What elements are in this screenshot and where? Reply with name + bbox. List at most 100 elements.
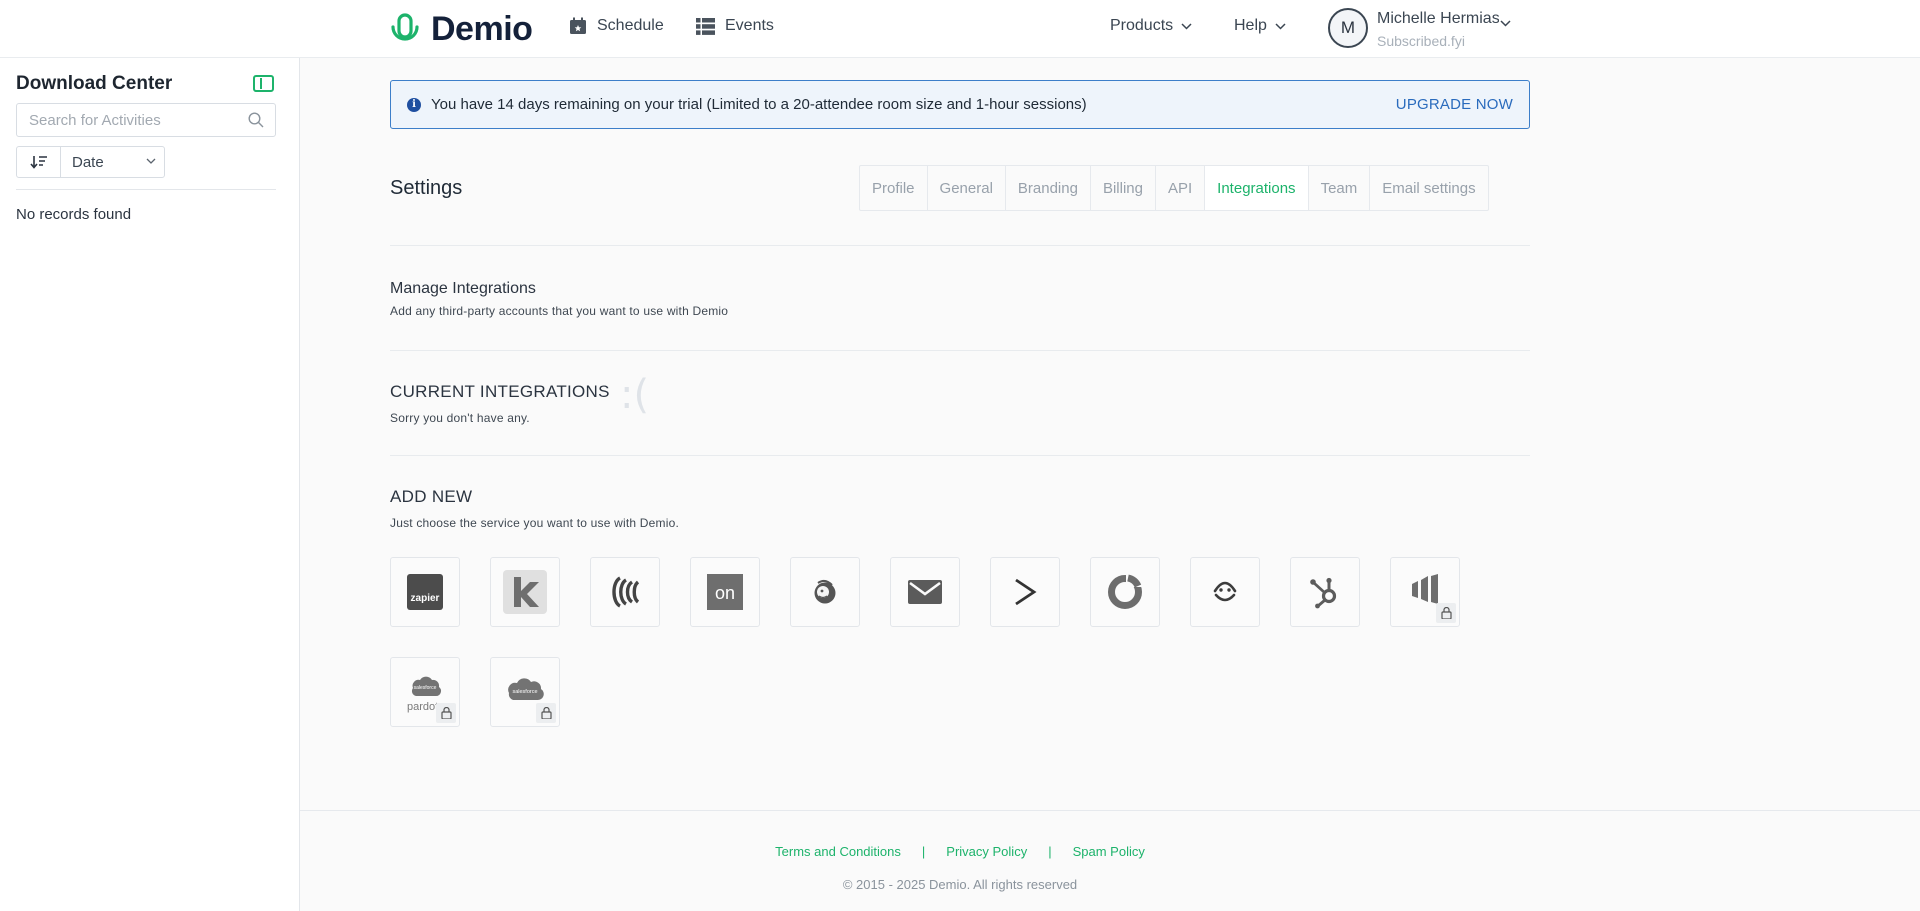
tab-branding[interactable]: Branding (1006, 166, 1091, 210)
nav-events[interactable]: Events (696, 17, 774, 35)
marketo-logo-icon (1412, 574, 1438, 604)
svg-text:on: on (715, 583, 735, 603)
terms-link[interactable]: Terms and Conditions (775, 844, 901, 859)
add-new-subtitle: Just choose the service you want to use … (390, 516, 680, 530)
locked-badge (536, 703, 556, 723)
svg-text:salesforce: salesforce (512, 689, 537, 695)
svg-text:zapier: zapier (411, 593, 440, 604)
current-integrations-empty: Sorry you don't have any. (390, 411, 530, 425)
sad-face-emoticon: :( (620, 372, 650, 418)
footer-separator: | (1048, 844, 1052, 859)
integration-campaign-monitor[interactable] (890, 557, 960, 627)
mailchimp-logo-icon (814, 579, 836, 604)
sidebar-divider (16, 189, 276, 190)
manage-integrations-subtitle: Add any third-party accounts that you wa… (390, 304, 729, 318)
nav-events-label: Events (725, 17, 774, 34)
integration-salesforce-pardot[interactable]: salesforce pardot (390, 657, 460, 727)
trial-banner-text: You have 14 days remaining on your trial… (431, 96, 1087, 113)
user-avatar[interactable]: M (1328, 8, 1368, 48)
tab-integrations[interactable]: Integrations (1205, 166, 1309, 210)
convertkit-logo-icon (1108, 573, 1142, 609)
demio-mic-icon (391, 12, 419, 41)
tab-profile[interactable]: Profile (860, 166, 928, 210)
tab-billing[interactable]: Billing (1091, 166, 1156, 210)
chevron-down-icon (1181, 22, 1192, 30)
products-menu-label: Products (1110, 17, 1174, 34)
locked-badge (1436, 603, 1456, 623)
sort-field-select[interactable]: Date (60, 146, 165, 178)
drip-logo-icon (1213, 581, 1237, 602)
sidebar-toggle-icon[interactable] (253, 75, 274, 92)
activity-search-input[interactable] (17, 104, 237, 136)
list-icon (696, 17, 715, 35)
lock-icon (1440, 607, 1452, 619)
integration-marketo[interactable] (1390, 557, 1460, 627)
tab-general[interactable]: General (928, 166, 1006, 210)
integration-salesforce[interactable]: salesforce (490, 657, 560, 727)
section-divider (390, 245, 1530, 246)
tab-email-settings[interactable]: Email settings (1370, 166, 1487, 210)
tab-team[interactable]: Team (1309, 166, 1371, 210)
search-icon[interactable] (248, 112, 264, 128)
add-new-title: ADD NEW (390, 487, 473, 506)
svg-text:salesforce: salesforce (414, 685, 437, 691)
constant-contact-logo-icon (612, 576, 640, 608)
sort-field-value: Date (72, 154, 104, 171)
nav-schedule[interactable]: Schedule (569, 17, 664, 35)
copyright-text: © 2015 - 2025 Demio. All rights reserved (842, 877, 1078, 892)
trial-banner: i You have 14 days remaining on your tri… (390, 80, 1530, 129)
sort-order-button[interactable] (16, 146, 61, 178)
integration-keap[interactable] (490, 557, 560, 627)
page-title: Settings (390, 177, 463, 199)
integration-constant-contact[interactable] (590, 557, 660, 627)
hubspot-logo-icon (1310, 577, 1337, 609)
page-footer: Terms and Conditions | Privacy Policy | … (300, 810, 1920, 911)
tab-api[interactable]: API (1156, 166, 1206, 210)
empty-state-text: No records found (16, 206, 132, 223)
brand-name: Demio (431, 10, 533, 48)
footer-links: Terms and Conditions | Privacy Policy | … (300, 844, 1620, 859)
chevron-down-icon (146, 158, 156, 164)
user-name[interactable]: Michelle Hermias (1377, 10, 1499, 28)
lock-icon (540, 707, 552, 719)
top-navbar: Demio Schedule Events Products Help M Mi… (0, 0, 1920, 58)
settings-tabs: Profile General Branding Billing API Int… (859, 165, 1489, 211)
current-integrations-title: CURRENT INTEGRATIONS (390, 382, 610, 401)
zapier-logo-icon: zapier (407, 574, 443, 610)
ontraport-logo-icon: on (707, 574, 743, 610)
lock-icon (440, 707, 452, 719)
integration-ontraport[interactable]: on (690, 557, 760, 627)
campaign-monitor-logo-icon (908, 580, 942, 604)
download-center-sidebar: Download Center Date No records found (0, 58, 300, 911)
upgrade-now-link[interactable]: UPGRADE NOW (1396, 96, 1513, 113)
footer-separator: | (921, 844, 926, 859)
info-icon: i (407, 98, 421, 112)
integration-hubspot[interactable] (1290, 557, 1360, 627)
nav-schedule-label: Schedule (597, 17, 664, 34)
help-menu[interactable]: Help (1234, 17, 1286, 35)
keap-logo-icon (503, 570, 547, 614)
integration-zapier[interactable]: zapier (390, 557, 460, 627)
integration-activecampaign[interactable] (990, 557, 1060, 627)
section-divider (390, 350, 1530, 351)
user-menu-chevron-icon[interactable] (1500, 20, 1511, 27)
activity-search (16, 103, 276, 137)
integration-convertkit[interactable] (1090, 557, 1160, 627)
section-divider (390, 455, 1530, 456)
demio-logo[interactable]: Demio (389, 10, 533, 49)
sidebar-title: Download Center (16, 73, 173, 94)
products-menu[interactable]: Products (1110, 17, 1192, 35)
sort-descending-icon (29, 156, 47, 169)
spam-policy-link[interactable]: Spam Policy (1073, 844, 1145, 859)
integration-mailchimp[interactable] (790, 557, 860, 627)
privacy-policy-link[interactable]: Privacy Policy (946, 844, 1027, 859)
svg-text:pardot: pardot (407, 701, 438, 713)
integration-drip[interactable] (1190, 557, 1260, 627)
activecampaign-logo-icon (1015, 578, 1037, 606)
user-organization: Subscribed.fyi (1377, 33, 1465, 49)
help-menu-label: Help (1234, 17, 1267, 34)
chevron-down-icon (1275, 22, 1286, 30)
locked-badge (436, 703, 456, 723)
manage-integrations-title: Manage Integrations (390, 280, 536, 297)
calendar-icon (570, 17, 586, 34)
